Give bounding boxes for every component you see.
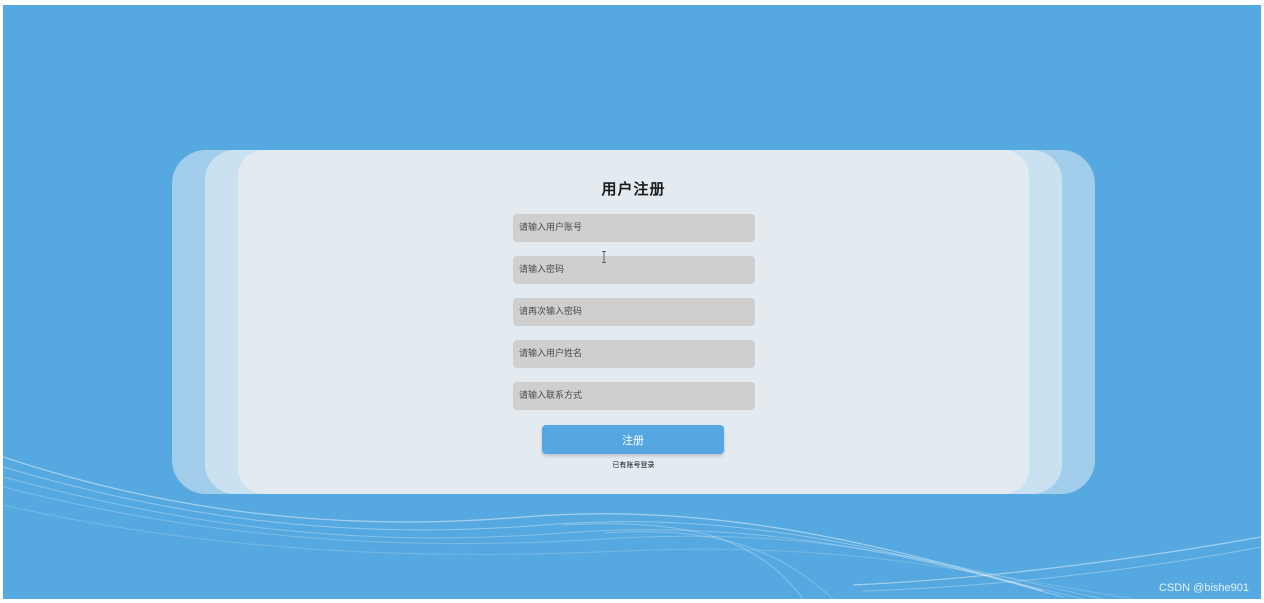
account-input[interactable] (513, 214, 755, 242)
name-input[interactable] (513, 340, 755, 368)
contact-input[interactable] (513, 382, 755, 410)
login-link[interactable]: 已有账号登录 (238, 460, 1029, 470)
page-background: 用户注册 注册 已有账号登录 CSDN @bishe901 (3, 5, 1261, 599)
watermark: CSDN @bishe901 (1158, 582, 1249, 594)
page-title: 用户注册 (601, 180, 666, 198)
register-button[interactable]: 注册 (542, 425, 724, 454)
confirm-password-input[interactable] (513, 298, 755, 326)
password-input[interactable] (513, 256, 755, 284)
text-cursor-icon (602, 251, 606, 263)
